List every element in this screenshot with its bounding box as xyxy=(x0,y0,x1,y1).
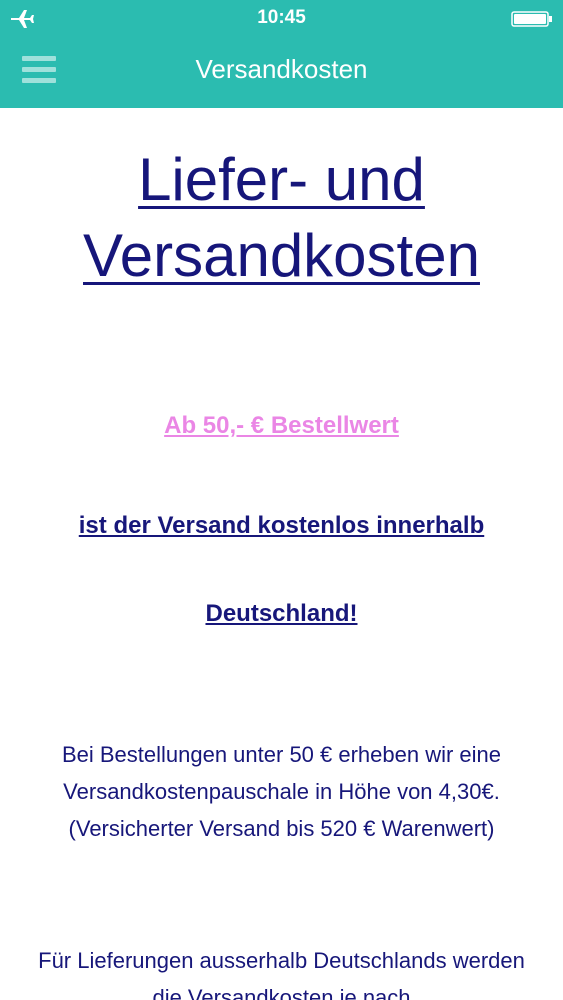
app-header: 10:45 Versandkosten xyxy=(0,0,563,108)
content-heading: Liefer- und Versandkosten xyxy=(83,146,480,289)
free-shipping-country: Deutschland! xyxy=(205,600,358,627)
nav-bar: Versandkosten xyxy=(0,36,563,108)
free-shipping-threshold: Ab 50,- € Bestellwert xyxy=(164,412,399,439)
status-time: 10:45 xyxy=(257,7,306,28)
main-content: Liefer- und Versandkosten Ab 50,- € Best… xyxy=(0,108,563,1000)
battery-icon xyxy=(511,11,552,27)
free-shipping-line: ist der Versand kostenlos innerhalb xyxy=(78,512,485,539)
status-bar: 10:45 xyxy=(0,0,563,36)
international-shipping-paragraph: Für Lieferungen ausserhalb Deutschlands … xyxy=(38,948,525,1000)
page-title: Versandkosten xyxy=(195,54,368,84)
domestic-shipping-paragraph: Bei Bestellungen unter 50 € erheben wir … xyxy=(61,742,502,841)
